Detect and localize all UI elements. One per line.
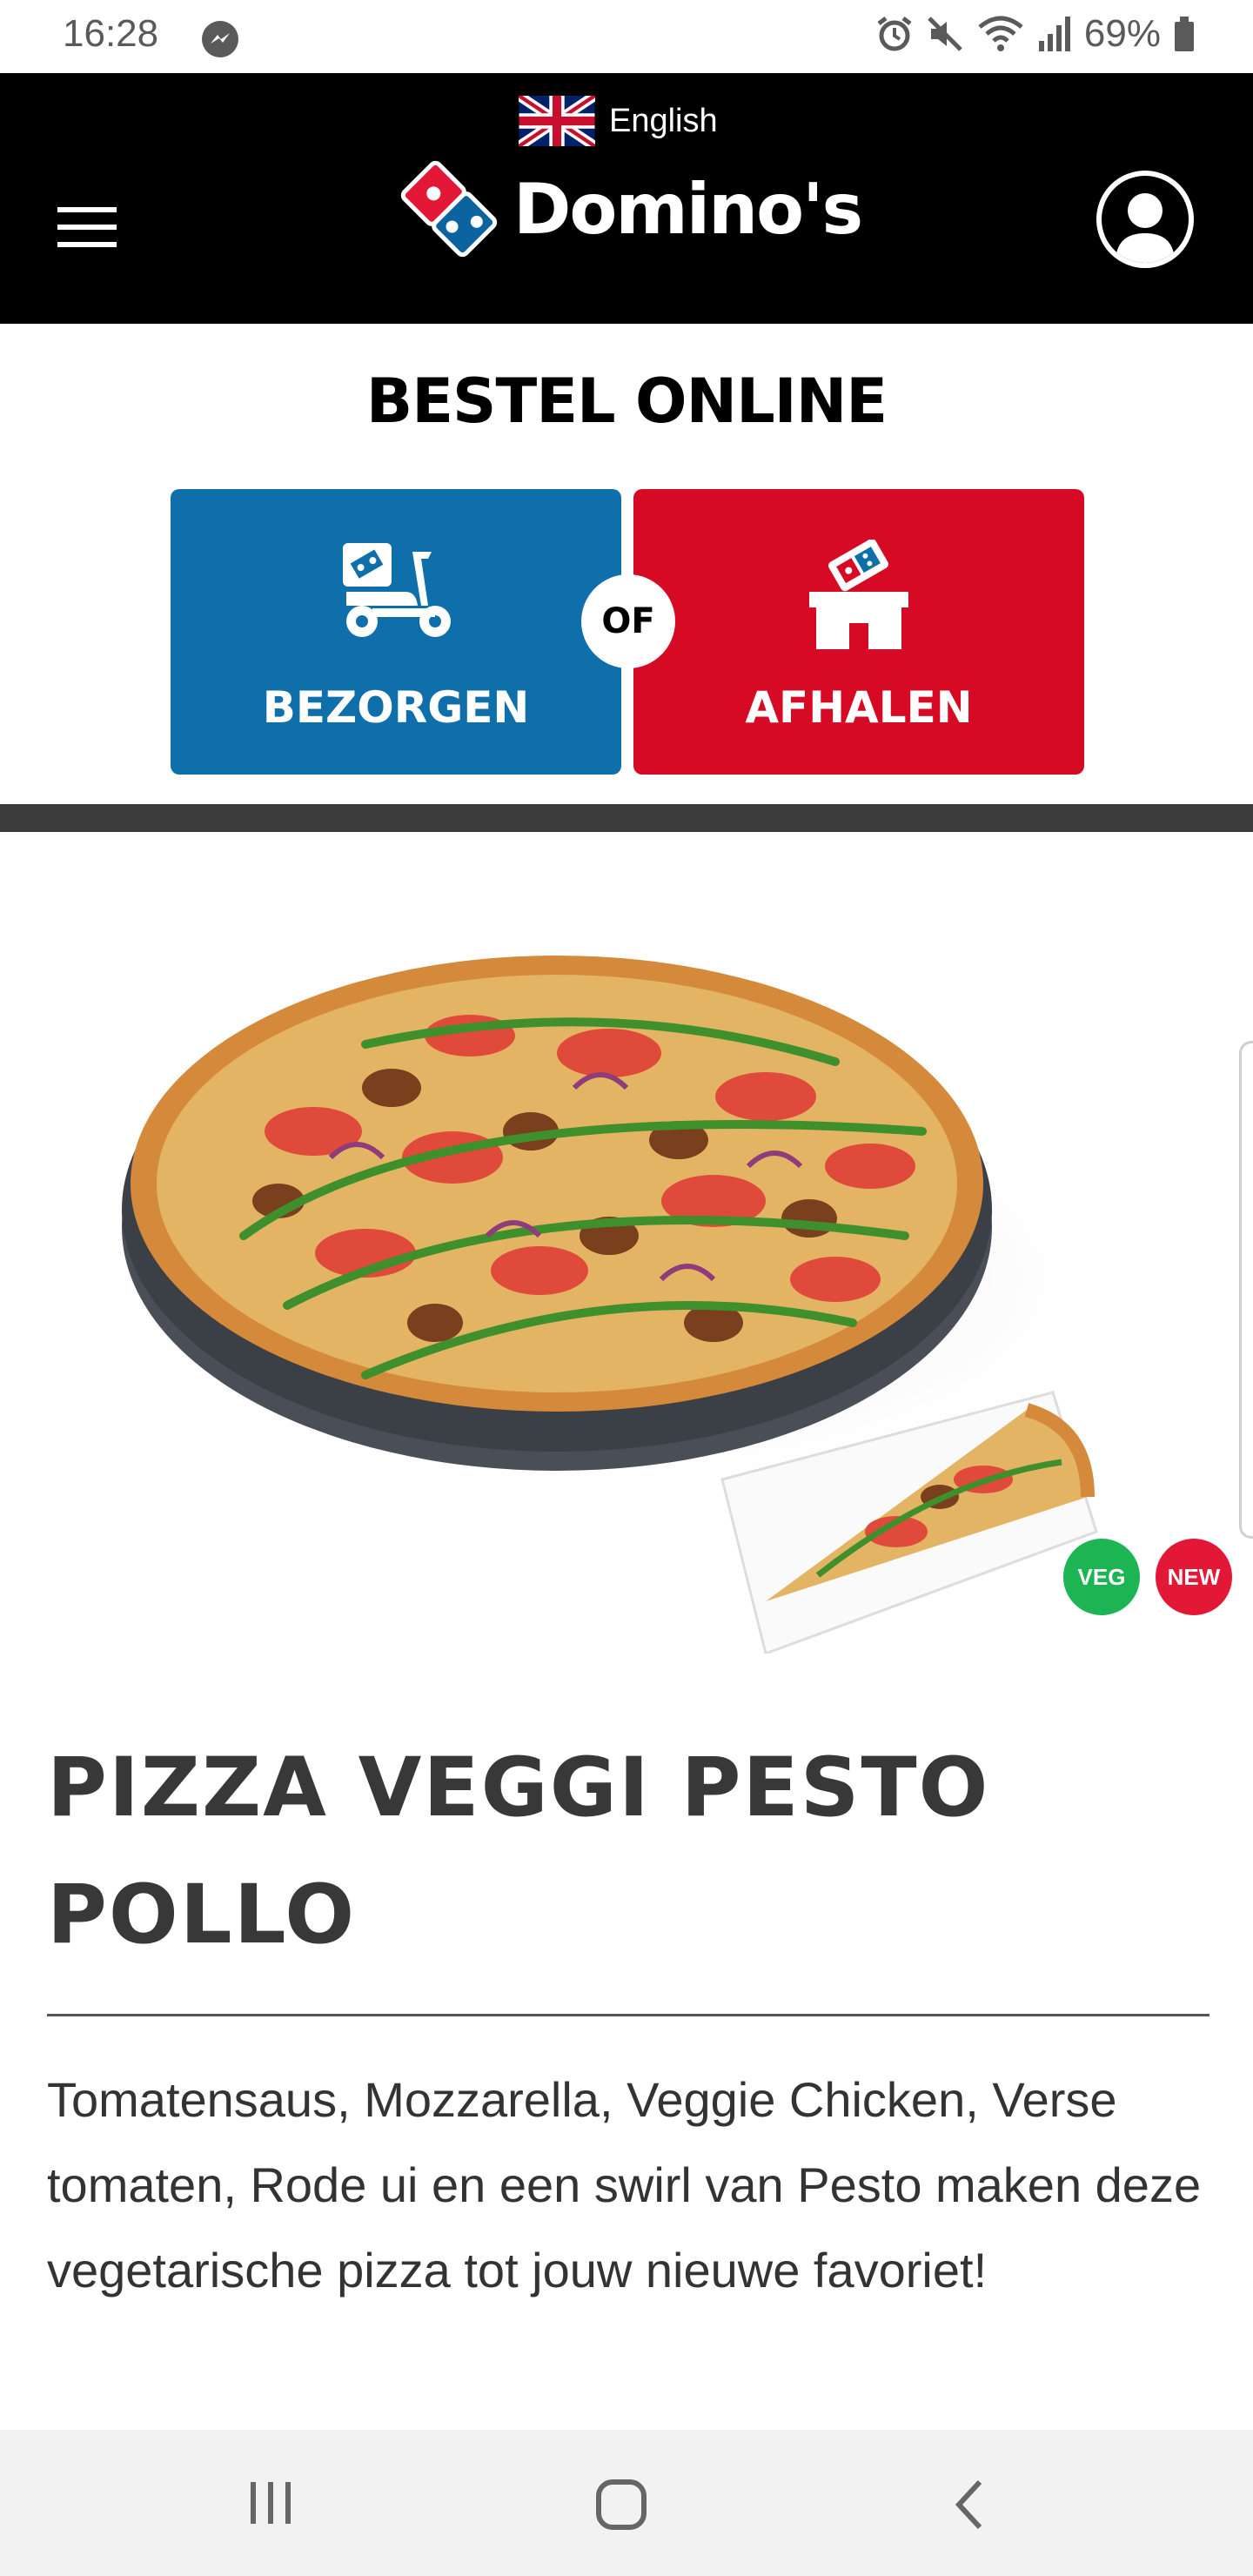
- pickup-label: AFHALEN: [745, 682, 973, 733]
- pickup-button[interactable]: AFHALEN: [633, 489, 1084, 775]
- product-title: PIZZA VEGGI PESTO POLLO: [47, 1741, 990, 1962]
- status-icons: 69%: [875, 12, 1196, 56]
- site-header: English Domino's: [0, 73, 1253, 324]
- side-panel-handle[interactable]: [1239, 1041, 1253, 1539]
- dominos-logo-icon: [400, 160, 498, 258]
- product-description: Tomatensaus, Mozzarella, Veggie Chicken,…: [47, 2072, 1202, 2298]
- scooter-icon: [343, 543, 451, 637]
- menu-icon[interactable]: [57, 207, 117, 247]
- delivery-button[interactable]: BEZORGEN: [171, 489, 621, 775]
- mute-icon: [928, 17, 962, 51]
- new-badge: NEW: [1156, 1539, 1232, 1615]
- battery-icon: [1175, 17, 1194, 51]
- account-icon[interactable]: [1096, 171, 1194, 268]
- back-icon[interactable]: [952, 2479, 987, 2531]
- dominos-logo[interactable]: Domino's: [399, 158, 863, 259]
- order-title: BESTEL ONLINE: [365, 366, 888, 437]
- system-nav-bar: [0, 2430, 1253, 2576]
- alarm-icon: [877, 17, 912, 51]
- status-time: 16:28: [63, 12, 159, 55]
- or-badge: OF: [581, 574, 675, 668]
- section-divider: [0, 804, 1253, 832]
- signal-icon: [1038, 17, 1070, 51]
- pizza-image: [35, 956, 1149, 1654]
- store-icon: [809, 540, 908, 649]
- battery-percent: 69%: [1083, 12, 1161, 55]
- recent-apps-icon[interactable]: [245, 2479, 298, 2527]
- wifi-icon: [978, 16, 1023, 51]
- veg-badge: VEG: [1063, 1539, 1140, 1615]
- uk-flag-icon: [519, 96, 595, 146]
- title-divider: [47, 2014, 1209, 2016]
- messenger-icon: [202, 21, 238, 57]
- delivery-label: BEZORGEN: [262, 682, 530, 733]
- home-icon[interactable]: [595, 2479, 647, 2531]
- language-label: English: [609, 102, 718, 139]
- language-selector[interactable]: English: [519, 96, 718, 146]
- status-bar: 16:28 69%: [0, 0, 1253, 73]
- logo-text: Domino's: [513, 168, 863, 250]
